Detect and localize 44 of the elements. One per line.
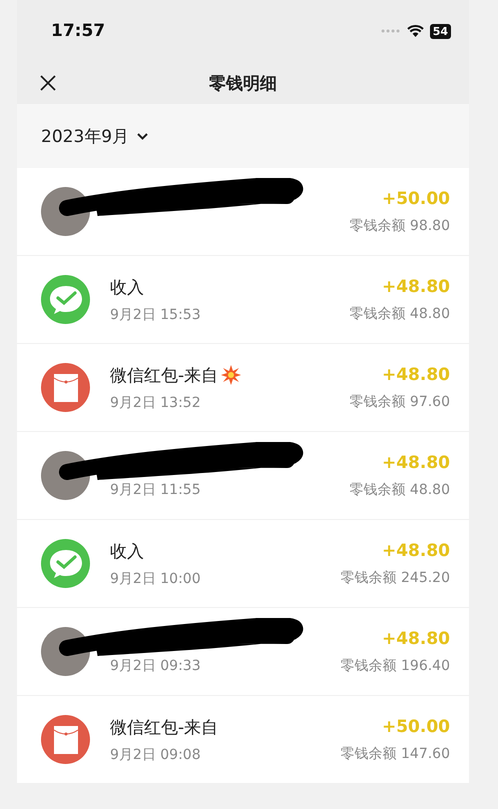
transaction-title: 收入	[110, 276, 144, 298]
transaction-title: 收入	[110, 540, 144, 562]
balance-text: 零钱余额 98.80	[349, 216, 450, 234]
transaction-time: 9月2日 09:33	[110, 657, 202, 675]
transaction-time: 9月2日 11:55	[110, 481, 202, 499]
envelope-icon	[41, 715, 90, 764]
transaction-row[interactable]: +50.00 零钱余额 98.80	[17, 168, 469, 256]
transaction-amount: +50.00	[382, 188, 450, 208]
wechat-pay-icon	[41, 275, 90, 324]
transaction-title: 微信红包-来自	[110, 364, 218, 386]
transaction-row[interactable]: 收入 9月2日 15:53 +48.80 零钱余额 48.80	[17, 256, 469, 344]
month-selector[interactable]: 2023年9月	[41, 124, 148, 148]
balance-text: 零钱余额 97.60	[349, 392, 450, 410]
wifi-icon	[406, 25, 424, 37]
transaction-title: 微信红包-来自	[110, 716, 218, 738]
transaction-amount: +48.80	[382, 364, 450, 384]
transaction-time: 9月2日 13:52	[110, 394, 202, 412]
transaction-row[interactable]: 9月2日 09:33 +48.80 零钱余额 196.40	[17, 608, 469, 696]
balance-text: 零钱余额 48.80	[349, 480, 450, 498]
transaction-amount: +48.80	[382, 452, 450, 472]
burst-icon	[221, 365, 242, 385]
transaction-amount: +48.80	[382, 628, 450, 648]
status-time: 17:57	[51, 21, 106, 41]
balance-text: 零钱余额 196.40	[340, 656, 450, 674]
transaction-row[interactable]: 9月2日 11:55 +48.80 零钱余额 48.80	[17, 432, 469, 520]
transaction-row[interactable]: 收入 9月2日 10:00 +48.80 零钱余额 245.20	[17, 520, 469, 608]
page-title: 零钱明细	[209, 72, 277, 94]
envelope-icon	[41, 363, 90, 412]
transaction-amount: +48.80	[382, 540, 450, 560]
transaction-row[interactable]: 微信红包-来自 9月2日 13:52 +48.80 零钱余额 97.60	[17, 344, 469, 432]
close-icon[interactable]	[39, 74, 57, 92]
transaction-amount: +48.80	[382, 276, 450, 296]
transaction-amount: +50.00	[382, 716, 450, 736]
balance-text: 零钱余额 245.20	[340, 568, 450, 586]
transaction-time: 9月2日 09:08	[110, 746, 202, 764]
battery-level: 54	[430, 24, 451, 38]
wechat-pay-icon	[41, 539, 90, 588]
balance-text: 零钱余额 48.80	[349, 304, 450, 322]
transaction-time: 9月2日 15:53	[110, 306, 202, 324]
transaction-time: 9月2日 10:00	[110, 570, 202, 588]
signal-icon	[380, 29, 401, 33]
balance-text: 零钱余额 147.60	[340, 744, 450, 762]
chevron-down-icon	[137, 132, 148, 140]
transaction-row[interactable]: 微信红包-来自 9月2日 09:08 +50.00 零钱余额 147.60	[17, 696, 469, 784]
